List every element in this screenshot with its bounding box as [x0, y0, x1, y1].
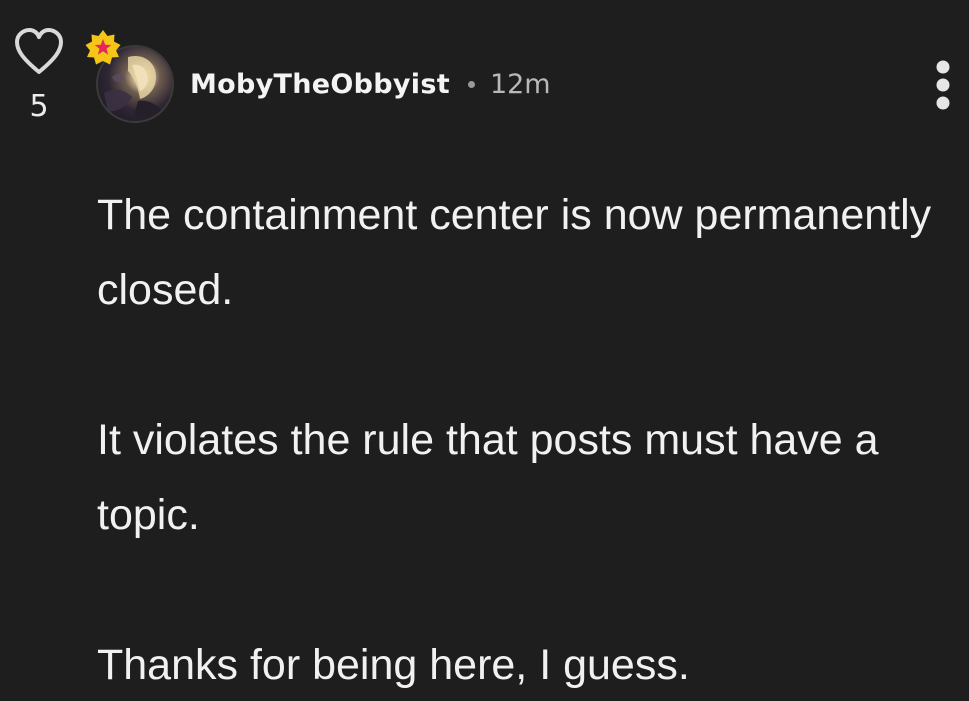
- post-paragraph: Thanks for being here, I guess.: [97, 641, 690, 689]
- post-paragraph: It violates the rule that posts must hav…: [97, 416, 879, 539]
- separator-dot: [467, 80, 475, 88]
- like-count: 5: [29, 89, 49, 124]
- like-column: 5: [14, 28, 64, 122]
- author-username[interactable]: MobyTheObbyist: [190, 69, 450, 100]
- more-vertical-icon[interactable]: [928, 58, 958, 112]
- author-avatar-container[interactable]: [85, 30, 174, 123]
- post-paragraph: The containment center is now permanentl…: [97, 191, 932, 314]
- star-badge-icon: [85, 30, 121, 65]
- post-header: MobyTheObbyist 12m: [190, 62, 551, 106]
- post-body: The containment center is now permanentl…: [97, 178, 967, 701]
- post-timestamp: 12m: [489, 68, 551, 100]
- heart-outline-icon[interactable]: [14, 28, 64, 80]
